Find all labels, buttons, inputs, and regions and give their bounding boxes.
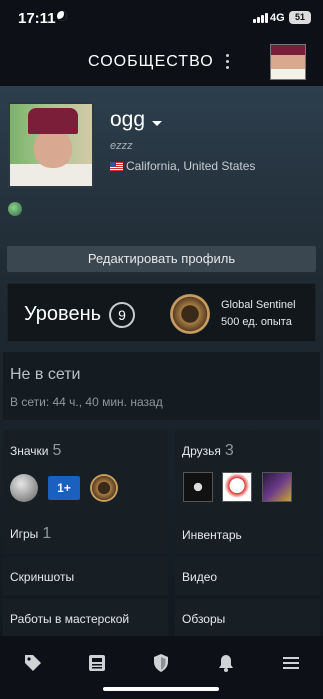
chevron-down-icon[interactable] — [152, 121, 162, 126]
real-name: ezzz — [110, 140, 133, 152]
friend-avatar[interactable] — [222, 472, 252, 502]
badges-label: Значки — [10, 444, 49, 458]
more-options-icon[interactable] — [223, 54, 231, 70]
medal-icon — [170, 294, 210, 334]
inventory-label: Инвентарь — [182, 528, 242, 542]
level-value: 9 — [109, 302, 135, 328]
bell-icon[interactable] — [216, 653, 236, 673]
inventory-tile[interactable]: Инвентарь — [175, 515, 320, 553]
workshop-tile[interactable]: Работы в мастерской — [3, 599, 168, 636]
header-avatar[interactable] — [270, 44, 306, 80]
videos-tile[interactable]: Видео — [175, 557, 320, 595]
years-badge-icon[interactable]: 1+ — [48, 476, 80, 500]
featured-badge-icon[interactable] — [8, 202, 22, 216]
coin-badge-icon[interactable] — [10, 474, 38, 502]
online-status: Не в сети — [10, 366, 81, 383]
shield-icon[interactable] — [151, 653, 171, 673]
profile-avatar — [8, 102, 94, 188]
games-tile[interactable]: Игры 1 — [3, 515, 168, 553]
edit-profile-button[interactable]: Редактировать профиль — [7, 246, 316, 272]
page-title: СООБЩЕСТВО — [88, 53, 214, 70]
last-online: В сети: 44 ч., 40 мин. назад — [10, 395, 163, 409]
battery-icon: 51 — [289, 11, 311, 24]
friend-avatar[interactable] — [262, 472, 292, 502]
home-indicator — [103, 687, 219, 691]
badges-count: 5 — [52, 442, 62, 459]
reviews-tile[interactable]: Обзоры — [175, 599, 320, 636]
badge-xp: 500 ед. опыта — [221, 316, 292, 328]
top-bar: СООБЩЕСТВО — [0, 38, 323, 86]
menu-icon[interactable] — [281, 653, 301, 673]
medal-badge-icon[interactable] — [90, 474, 118, 502]
games-count: 1 — [42, 525, 52, 542]
videos-label: Видео — [182, 570, 218, 584]
location: California, United States — [126, 159, 256, 173]
status-time: 17:11 — [18, 10, 56, 27]
us-flag-icon — [110, 162, 123, 171]
news-icon[interactable] — [87, 653, 107, 673]
badges-tile[interactable]: Значки 5 — [3, 430, 168, 515]
status-bar: 17:11 4G 51 — [0, 0, 323, 38]
tag-icon[interactable] — [23, 653, 43, 673]
screenshots-tile[interactable]: Скриншоты — [3, 557, 168, 595]
moon-icon — [57, 11, 67, 21]
friends-count: 3 — [224, 442, 234, 459]
games-label: Игры — [10, 527, 39, 541]
online-status-panel: Не в сети В сети: 44 ч., 40 мин. назад — [3, 352, 320, 420]
friend-avatar[interactable] — [183, 472, 213, 502]
level-label: Уровень — [24, 303, 102, 325]
username[interactable]: ogg — [110, 108, 145, 132]
reviews-label: Обзоры — [182, 612, 226, 626]
screenshots-label: Скриншоты — [10, 570, 75, 584]
level-panel[interactable]: Уровень 9 Global Sentinel 500 ед. опыта — [7, 283, 316, 342]
badge-name: Global Sentinel — [221, 299, 296, 311]
workshop-label: Работы в мастерской — [10, 612, 130, 626]
network-label: 4G — [270, 12, 285, 24]
signal-icon — [253, 13, 269, 23]
friends-label: Друзья — [182, 444, 221, 458]
